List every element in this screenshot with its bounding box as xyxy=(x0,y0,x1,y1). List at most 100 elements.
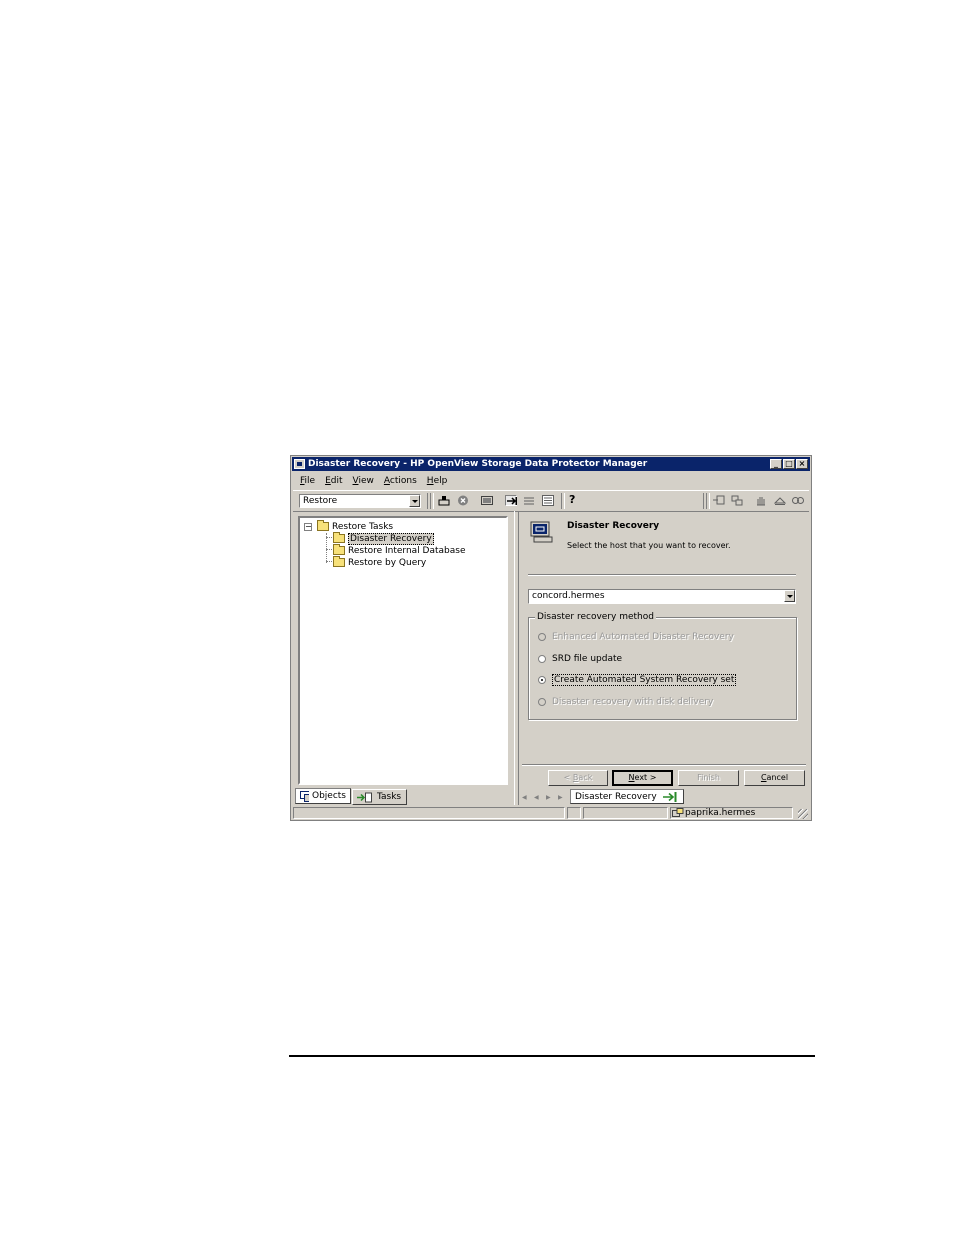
details-view-icon[interactable] xyxy=(542,495,554,506)
devices-icon[interactable] xyxy=(792,495,804,506)
back-button-label: ack xyxy=(578,773,593,782)
next-button[interactable]: Next > xyxy=(612,770,673,786)
restore-icon[interactable] xyxy=(438,495,450,506)
menu-view-label: iew xyxy=(358,476,374,486)
next-tab-icon[interactable]: ▶ xyxy=(546,794,551,801)
host-icon xyxy=(672,808,684,817)
menu-actions[interactable]: Actions xyxy=(379,474,422,488)
host-select-value: concord.hermes xyxy=(532,591,605,601)
radio-label: Disaster recovery with disk delivery xyxy=(552,697,714,707)
menu-view[interactable]: View xyxy=(348,474,379,488)
menu-bar: File Edit View Actions Help xyxy=(295,474,452,488)
menu-edit-label: dit xyxy=(330,476,343,486)
back-button-prefix: < xyxy=(563,773,573,782)
last-tab-icon[interactable]: ▶ xyxy=(558,794,563,801)
radio-label: Enhanced Automated Disaster Recovery xyxy=(552,632,734,642)
menu-help-hotkey: H xyxy=(426,476,434,486)
next-button-label: ext > xyxy=(634,773,657,782)
menu-edit[interactable]: Edit xyxy=(320,474,347,488)
task-tree[interactable]: − Restore Tasks Disaster Recovery Restor… xyxy=(298,516,508,785)
radio-disaster-recovery-disk-delivery[interactable]: Disaster recovery with disk delivery xyxy=(538,696,713,708)
tree-item-label: Restore Internal Database xyxy=(348,545,466,556)
stop-icon[interactable] xyxy=(457,495,469,506)
cancel-button[interactable]: Cancel xyxy=(744,770,805,786)
app-icon[interactable] xyxy=(294,459,305,469)
folder-icon xyxy=(333,556,345,567)
menu-file[interactable]: File xyxy=(295,474,320,488)
tree-item-label: Disaster Recovery xyxy=(348,532,434,545)
hand-icon[interactable] xyxy=(755,495,767,506)
first-tab-icon[interactable]: ◀ xyxy=(522,794,527,801)
scoping-pane: − Restore Tasks Disaster Recovery Restor… xyxy=(293,511,513,805)
computer-icon xyxy=(530,521,553,543)
application-window: Disaster Recovery - HP OpenView Storage … xyxy=(290,455,812,821)
status-panel xyxy=(583,807,668,819)
tab-objects-label: Objects xyxy=(311,791,346,801)
radio-button[interactable] xyxy=(538,633,546,641)
maximize-button[interactable]: □ xyxy=(783,459,795,469)
prev-tab-icon[interactable]: ◀ xyxy=(534,794,539,801)
results-tabs: ◀ ◀ ▶ ▶ Disaster Recovery xyxy=(518,789,810,805)
tab-disaster-recovery[interactable]: Disaster Recovery xyxy=(570,789,684,804)
recovery-method-group: Disaster recovery method Enhanced Automa… xyxy=(528,612,797,720)
radio-button[interactable] xyxy=(538,655,546,663)
toolbar-separator xyxy=(430,493,434,509)
collapse-icon[interactable]: − xyxy=(304,523,312,531)
context-select-value: Restore xyxy=(303,496,338,506)
scoping-tabs: Objects Tasks xyxy=(293,788,513,805)
wizard-title: Disaster Recovery xyxy=(567,521,660,531)
tab-tasks[interactable]: Tasks xyxy=(352,789,407,805)
connect-icon[interactable] xyxy=(713,495,725,506)
tree-item-label: Restore by Query xyxy=(348,557,427,568)
finish-button[interactable]: Finish xyxy=(678,770,739,786)
radio-label: SRD file update xyxy=(552,654,623,664)
tree-item-disaster-recovery[interactable]: Disaster Recovery xyxy=(333,532,434,545)
radio-create-asr-set[interactable]: Create Automated System Recovery set xyxy=(538,674,737,686)
title-bar[interactable]: Disaster Recovery - HP OpenView Storage … xyxy=(292,457,810,471)
status-panel xyxy=(567,807,581,819)
monitor-icon[interactable] xyxy=(481,495,493,506)
cancel-button-label: ancel xyxy=(766,773,789,782)
tree-item-label: Restore Tasks xyxy=(332,521,394,532)
divider xyxy=(528,574,796,576)
folder-icon xyxy=(317,520,329,531)
radio-button[interactable] xyxy=(538,698,546,706)
resize-grip[interactable] xyxy=(798,809,808,819)
tree-item-restore-internal-database[interactable]: Restore Internal Database xyxy=(333,544,466,556)
media-icon[interactable] xyxy=(773,495,787,506)
clients-icon[interactable] xyxy=(731,495,743,506)
menu-help[interactable]: Help xyxy=(422,474,453,488)
radio-enhanced-automated-disaster-recovery[interactable]: Enhanced Automated Disaster Recovery xyxy=(538,631,734,643)
tab-objects[interactable]: Objects xyxy=(295,788,351,804)
folder-icon xyxy=(333,532,345,543)
toolbar-separator xyxy=(561,493,565,509)
status-bar: paprika.hermes xyxy=(293,806,809,820)
host-select[interactable]: concord.hermes xyxy=(528,589,796,604)
tree-item-restore-by-query[interactable]: Restore by Query xyxy=(333,556,427,568)
tab-disaster-recovery-label: Disaster Recovery xyxy=(575,791,657,802)
menu-actions-label: ctions xyxy=(389,476,417,486)
tasks-view-icon[interactable] xyxy=(505,495,517,506)
list-view-icon[interactable] xyxy=(523,495,535,506)
toolbar: Restore ? xyxy=(293,490,809,512)
radio-srd-file-update[interactable]: SRD file update xyxy=(538,653,622,665)
radio-button[interactable] xyxy=(538,676,546,684)
chevron-down-icon[interactable] xyxy=(784,590,795,602)
toolbar-separator xyxy=(706,493,710,509)
close-button[interactable]: × xyxy=(796,459,808,469)
results-pane: Disaster Recovery Select the host that y… xyxy=(518,511,810,805)
window-title: Disaster Recovery - HP OpenView Storage … xyxy=(308,459,648,469)
page-rule xyxy=(289,1055,815,1057)
group-label: Disaster recovery method xyxy=(535,612,656,622)
back-button[interactable]: < Back xyxy=(548,770,608,786)
minimize-button[interactable]: _ xyxy=(770,459,782,469)
task-arrow-icon xyxy=(662,791,677,802)
status-host: paprika.hermes xyxy=(685,808,756,818)
objects-icon xyxy=(300,790,309,802)
chevron-down-icon[interactable] xyxy=(409,495,420,507)
context-select[interactable]: Restore xyxy=(299,494,421,508)
help-icon[interactable]: ? xyxy=(569,494,581,505)
status-panel xyxy=(293,807,565,819)
tree-item-restore-tasks[interactable]: Restore Tasks xyxy=(317,520,394,532)
wizard-subtitle: Select the host that you want to recover… xyxy=(567,541,731,550)
